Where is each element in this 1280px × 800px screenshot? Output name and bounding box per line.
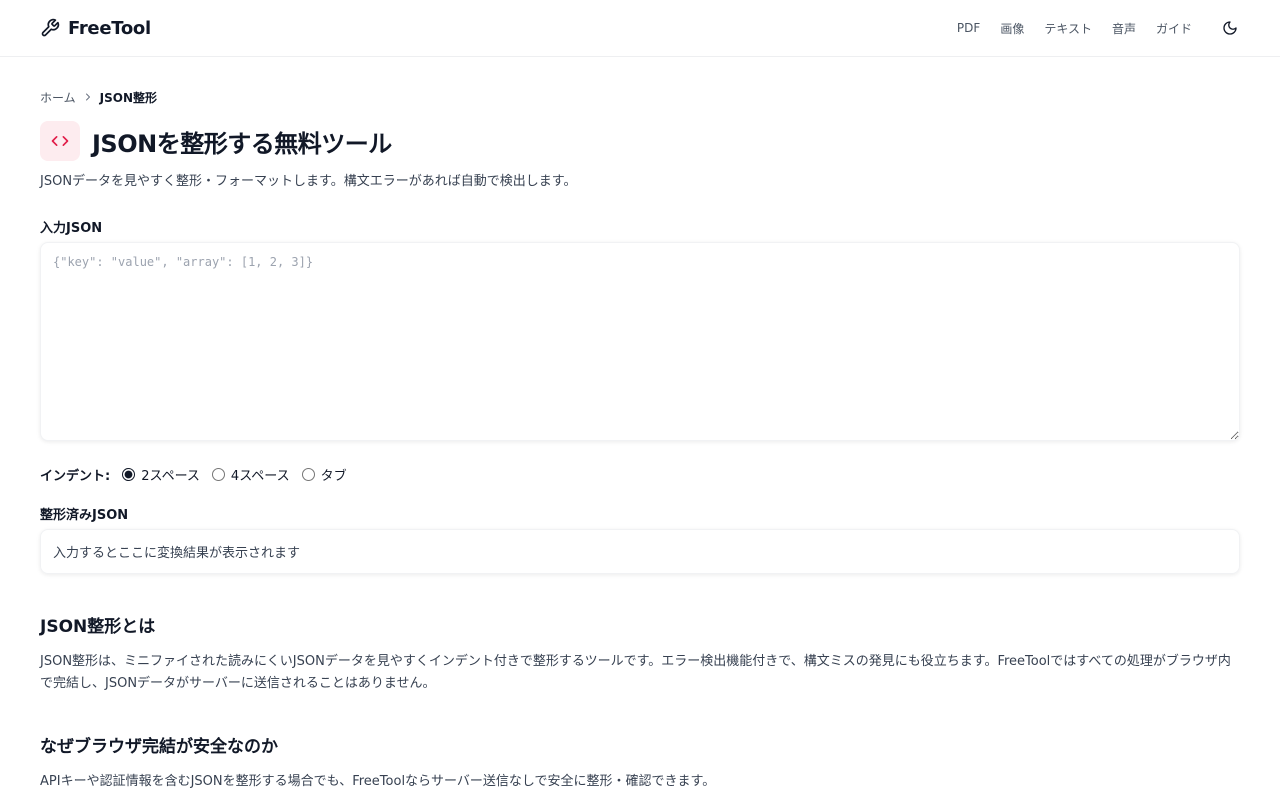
indent-option-tab[interactable]: タブ (301, 465, 347, 484)
wrench-icon (40, 18, 60, 38)
section-text-what-is: JSON整形は、ミニファイされた読みにくいJSONデータを見やすくインデント付き… (40, 654, 1231, 691)
main-content: ホーム JSON整形 JSONを整形する無料ツール JSONデータを見やすく整形… (0, 89, 1280, 793)
breadcrumb-home[interactable]: ホーム (40, 89, 76, 106)
indent-option-label: タブ (320, 469, 347, 484)
output-placeholder: 入力するとここに変換結果が表示されます (53, 546, 301, 561)
input-json-label: 入力JSON (40, 221, 103, 236)
brand-logo[interactable]: FreeTool (40, 18, 151, 39)
section-text-why-safe: APIキーや認証情報を含むJSONを整形する場合でも、FreeToolならサーバ… (40, 774, 716, 789)
page-title: JSONを整形する無料ツール (92, 129, 392, 158)
theme-toggle-button[interactable] (1220, 18, 1240, 38)
section-title-why-safe: なぜブラウザ完結が安全なのか (40, 737, 278, 757)
code-icon (40, 121, 80, 161)
output-json-label: 整形済みJSON (40, 508, 129, 523)
json-output[interactable]: 入力するとここに変換結果が表示されます (40, 529, 1240, 574)
chevron-right-icon (82, 91, 94, 103)
site-header: FreeTool PDF 画像 テキスト 音声 ガイド (0, 0, 1280, 57)
indent-radio-tab[interactable] (301, 468, 315, 481)
indent-option-2-spaces[interactable]: 2スペース (122, 465, 200, 484)
main-nav: PDF 画像 テキスト 音声 ガイド (937, 18, 1240, 38)
indent-radio-4-spaces[interactable] (211, 468, 225, 481)
nav-item-image[interactable]: 画像 (1000, 20, 1024, 37)
breadcrumb: ホーム JSON整形 (40, 89, 1240, 105)
indent-option-4-spaces[interactable]: 4スペース (211, 465, 290, 484)
indent-options: インデント: 2スペース 4スペース タブ (40, 465, 1240, 484)
indent-radio-2-spaces[interactable] (122, 468, 136, 481)
indent-label: インデント: (40, 469, 111, 484)
nav-item-audio[interactable]: 音声 (1112, 20, 1136, 37)
moon-icon (1223, 21, 1237, 35)
page-description: JSONデータを見やすく整形・フォーマットします。構文エラーがあれば自動で検出し… (40, 174, 577, 189)
section-title-what-is: JSON整形とは (40, 617, 156, 637)
brand-name: FreeTool (68, 17, 151, 39)
indent-option-label: 2スペース (141, 469, 200, 484)
nav-item-guide[interactable]: ガイド (1156, 20, 1192, 37)
title-row: JSONを整形する無料ツール (40, 121, 1240, 161)
nav-item-text[interactable]: テキスト (1044, 20, 1092, 37)
nav-item-pdf[interactable]: PDF (957, 21, 980, 35)
indent-option-label: 4スペース (230, 469, 290, 484)
breadcrumb-current: JSON整形 (99, 90, 157, 105)
json-input[interactable] (40, 242, 1240, 441)
